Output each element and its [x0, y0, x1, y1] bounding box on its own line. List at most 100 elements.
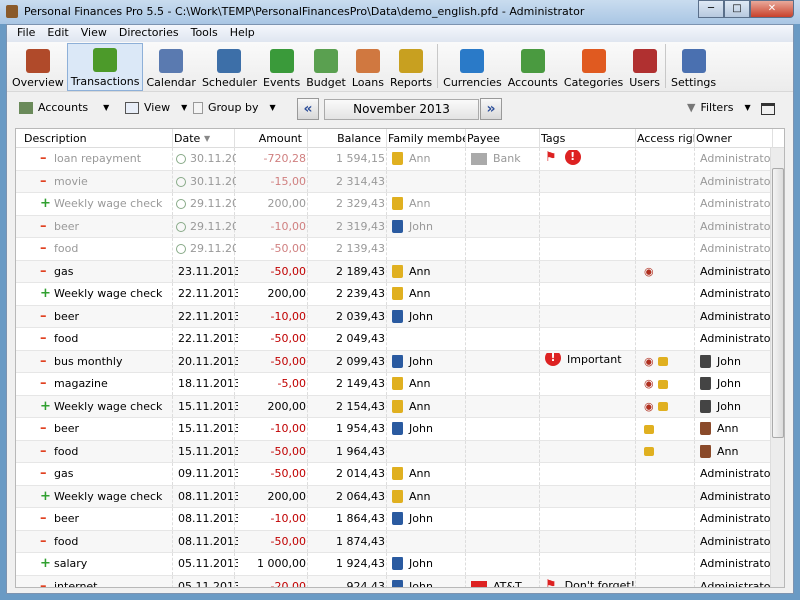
table-row[interactable]: – gas 23.11.2013 -50,00 2 189,43 Ann ◉ Administ…	[16, 260, 772, 283]
column-header-balance[interactable]: Balance	[309, 132, 381, 145]
menu-view[interactable]: View	[75, 25, 113, 42]
table-row[interactable]: – beer 22.11.2013 -10,00 2 039,43 John Adminis…	[16, 305, 772, 328]
table-row[interactable]: – beer 15.11.2013 -10,00 1 954,43 John Ann	[16, 418, 772, 441]
member-name: John	[409, 512, 433, 525]
table-row[interactable]: + Weekly wage check 15.11.2013 200,00 2 154,…	[16, 395, 772, 418]
cell-divider	[307, 350, 308, 372]
date-text: 18.11.2013	[178, 377, 238, 390]
menu-file[interactable]: File	[11, 25, 41, 42]
column-header-amount[interactable]: Amount	[236, 132, 302, 145]
toolbar-calendar[interactable]: Calendar	[143, 43, 198, 91]
amount-cell: 200,00	[267, 197, 307, 210]
cell-divider	[172, 530, 173, 552]
filters-dropdown[interactable]: ▼ Filters ▼	[687, 101, 751, 114]
toolbar-events[interactable]: Events	[260, 43, 303, 91]
previous-month-button[interactable]: «	[297, 98, 319, 120]
transactions-icon	[93, 48, 118, 72]
amount-cell: -50,00	[270, 264, 306, 278]
cell-divider	[307, 418, 308, 440]
column-header-owner[interactable]: Owner	[696, 132, 768, 145]
cell-divider	[386, 575, 387, 587]
toolbar-currencies[interactable]: Currencies	[440, 43, 505, 91]
alert-icon: !	[545, 352, 561, 366]
toolbar-categories[interactable]: Categories	[561, 43, 626, 91]
scrollbar-thumb[interactable]	[772, 168, 784, 438]
owner-name: Administrator	[700, 152, 772, 165]
minus-icon: –	[40, 263, 47, 279]
toolbar-overview[interactable]: Overview	[9, 43, 67, 91]
table-row[interactable]: – magazine 18.11.2013 -5,00 2 149,43 Ann ◉ John	[16, 373, 772, 396]
table-row[interactable]: – loan repayment 30.11.20 -720,28 1 594,15 An…	[16, 148, 772, 171]
next-month-button[interactable]: »	[480, 98, 502, 120]
description-cell: Weekly wage check	[54, 399, 163, 413]
tags-cell: ⚑ Don't forget!	[545, 578, 639, 588]
cell-divider	[539, 553, 540, 575]
owner-cell: Administrator	[700, 175, 772, 188]
period-selector[interactable]: November 2013	[324, 99, 479, 120]
accounts-dropdown[interactable]: Accounts ▼	[19, 101, 109, 114]
description-cell: salary	[54, 557, 88, 570]
toolbar-users[interactable]: Users	[626, 43, 663, 91]
table-row[interactable]: – food 29.11.20 -50,00 2 139,43 Administrator	[16, 238, 772, 261]
table-row[interactable]: – food 15.11.2013 -50,00 1 964,43 Ann	[16, 440, 772, 463]
toolbar-budget[interactable]: Budget	[303, 43, 349, 91]
owner-name: Administrator	[700, 309, 772, 323]
column-header-description[interactable]: Description	[24, 132, 174, 145]
table-row[interactable]: – beer 08.11.2013 -10,00 1 864,43 John Adminis…	[16, 508, 772, 531]
menu-directories[interactable]: Directories	[113, 25, 185, 42]
member-name: Ann	[409, 264, 431, 278]
cell-divider	[307, 193, 308, 215]
column-header-payee[interactable]: Payee	[467, 132, 539, 145]
owner-name: John	[717, 377, 741, 390]
cell-divider	[539, 283, 540, 305]
settings-icon	[681, 49, 706, 73]
table-row[interactable]: + Weekly wage check 29.11.20 200,00 2 329,43…	[16, 193, 772, 216]
menu-edit[interactable]: Edit	[41, 25, 74, 42]
cell-divider	[172, 350, 173, 372]
minimize-button[interactable]: ─	[698, 0, 724, 18]
view-dropdown[interactable]: View ▼	[125, 101, 187, 114]
table-row[interactable]: – food 22.11.2013 -50,00 2 049,43 Administrat…	[16, 328, 772, 351]
date-text: 30.11.20	[190, 174, 236, 188]
table-row[interactable]: – beer 29.11.20 -10,00 2 319,43 John Administr…	[16, 215, 772, 238]
panel-toggle-icon[interactable]	[761, 103, 775, 115]
description-cell: internet	[54, 579, 98, 588]
menu-help[interactable]: Help	[224, 25, 261, 42]
toolbar-settings[interactable]: Settings	[668, 43, 719, 91]
column-header-tags[interactable]: Tags	[541, 132, 635, 145]
table-row[interactable]: + salary 05.11.2013 1 000,00 1 924,43 John Adm…	[16, 553, 772, 576]
toolbar-reports[interactable]: Reports	[387, 43, 435, 91]
column-header-family-member[interactable]: Family member	[388, 132, 466, 145]
table-row[interactable]: – gas 09.11.2013 -50,00 2 014,43 Ann Administr…	[16, 463, 772, 486]
cell-divider	[307, 170, 308, 192]
balance-cell: 2 154,43	[336, 399, 385, 413]
family-member-cell: Ann	[392, 467, 470, 480]
payee-name: AT&T	[493, 579, 522, 588]
toolbar-transactions[interactable]: Transactions	[66, 43, 144, 91]
scheduler-label: Scheduler	[201, 76, 258, 89]
cell-divider	[694, 193, 695, 215]
plus-icon: +	[40, 398, 51, 414]
table-row[interactable]: + Weekly wage check 22.11.2013 200,00 2 239,…	[16, 283, 772, 306]
toolbar-accounts[interactable]: Accounts	[505, 43, 561, 91]
owner-name: Administrator	[700, 579, 772, 588]
table-row[interactable]: – bus monthly 20.11.2013 -50,00 2 099,43 John…	[16, 350, 772, 373]
menu-tools[interactable]: Tools	[185, 25, 224, 42]
group-by-dropdown[interactable]: Group by ▼	[193, 101, 276, 114]
cell-divider	[172, 305, 173, 327]
table-row[interactable]: + Weekly wage check 08.11.2013 200,00 2 064,…	[16, 485, 772, 508]
member-name: Ann	[409, 197, 431, 210]
table-row[interactable]: – internet 05.11.2013 -20,00 924,43 John AT&T ⚑…	[16, 575, 772, 588]
toolbar-scheduler[interactable]: Scheduler	[199, 43, 260, 91]
vertical-scrollbar[interactable]	[770, 148, 784, 587]
column-header-access-righ[interactable]: Access righ	[637, 132, 695, 145]
maximize-button[interactable]: □	[724, 0, 750, 18]
access-rights-cell	[644, 445, 700, 458]
main-window: File Edit View Directories Tools Help Overvie…	[6, 24, 794, 594]
close-button[interactable]: ✕	[750, 0, 794, 18]
table-row[interactable]: – food 08.11.2013 -50,00 1 874,43 Administrat…	[16, 530, 772, 553]
toolbar-loans[interactable]: Loans	[349, 43, 387, 91]
table-row[interactable]: – movie 30.11.20 -15,00 2 314,43 Administrato…	[16, 170, 772, 193]
pin-icon: ⚑	[545, 150, 557, 165]
view-label: View	[144, 101, 171, 114]
